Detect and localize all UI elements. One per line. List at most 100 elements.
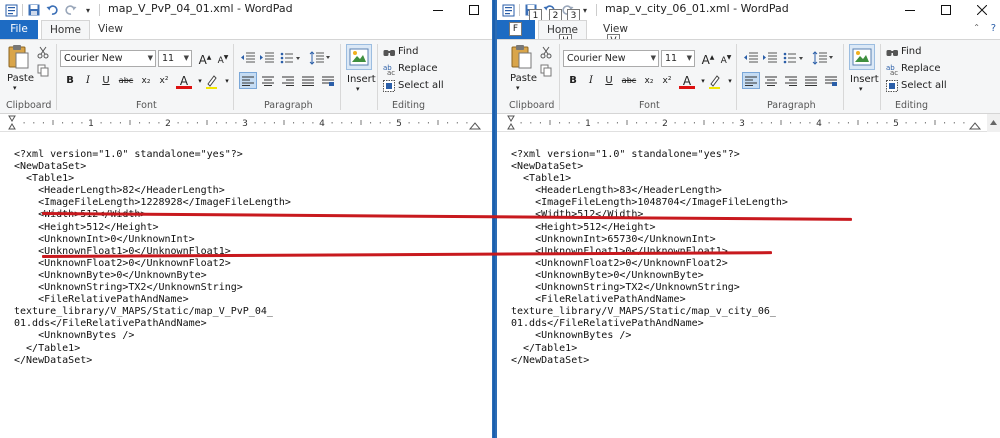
increase-indent-icon[interactable] — [259, 50, 275, 66]
superscript-button[interactable]: x² — [156, 73, 172, 89]
paste-dropdown-icon[interactable]: ▾ — [516, 84, 520, 92]
subscript-button[interactable]: x₂ — [138, 73, 154, 89]
document-line[interactable]: <?xml version="1.0" standalone="yes"?> — [511, 149, 788, 161]
scrollbar-up-icon[interactable] — [987, 114, 1000, 132]
highlight-icon[interactable] — [707, 73, 721, 89]
align-right-icon[interactable] — [279, 72, 297, 89]
align-right-icon[interactable] — [782, 72, 800, 89]
insert-button[interactable]: Insert — [850, 74, 879, 85]
paste-icon[interactable] — [6, 44, 30, 70]
replace-icon[interactable]: ab ac — [885, 62, 899, 76]
select-all-icon[interactable] — [885, 79, 899, 93]
document-line[interactable]: </Table1> — [511, 343, 788, 355]
right-indent-marker-icon[interactable] — [468, 122, 482, 130]
grow-font-button[interactable]: A▲ — [197, 50, 213, 67]
document-line[interactable]: <UnknownString>TX2</UnknownString> — [14, 282, 291, 294]
tab-home[interactable]: Home — [41, 20, 91, 40]
document-line[interactable]: <Table1> — [511, 173, 788, 185]
insert-button[interactable]: Insert — [347, 74, 376, 85]
ribbon-collapse-icon[interactable]: ⌃ — [973, 23, 980, 32]
subscript-button[interactable]: x₂ — [641, 73, 657, 89]
shrink-font-button[interactable]: A▼ — [718, 50, 734, 66]
maximize-button[interactable] — [456, 0, 492, 20]
document-line[interactable]: <ImageFileLength>1228928</ImageFileLengt… — [14, 197, 291, 209]
insert-picture-icon[interactable] — [849, 44, 875, 70]
right-indent-marker-icon[interactable] — [968, 122, 982, 130]
customize-qat-icon[interactable]: ▾ — [81, 3, 95, 17]
document-line[interactable]: </Table1> — [14, 343, 291, 355]
align-center-icon[interactable] — [259, 72, 277, 89]
align-left-icon[interactable] — [239, 72, 257, 89]
document-line[interactable]: <UnknownBytes /> — [511, 330, 788, 342]
bold-button[interactable]: B — [565, 73, 581, 89]
chevron-down-icon[interactable]: ▾ — [356, 85, 360, 93]
chevron-down-icon[interactable]: ▾ — [859, 85, 863, 93]
underline-button[interactable]: U — [601, 73, 617, 89]
document-text[interactable]: <?xml version="1.0" standalone="yes"?> <N… — [511, 149, 788, 367]
align-left-icon[interactable] — [742, 72, 760, 89]
document-line[interactable]: </NewDataSet> — [511, 355, 788, 367]
document-line[interactable]: <UnknownString>TX2</UnknownString> — [511, 282, 788, 294]
paste-button[interactable]: Paste — [510, 73, 537, 84]
strikethrough-button[interactable]: abc — [619, 73, 639, 89]
replace-button[interactable]: Replace — [398, 63, 438, 74]
document-line[interactable]: texture_library/V_MAPS/Static/map_v_city… — [511, 306, 788, 318]
document-line[interactable]: <UnknownInt>65730</UnknownInt> — [511, 234, 788, 246]
document-line[interactable]: 01.dds</FileRelativePathAndName> — [511, 318, 788, 330]
paragraph-dialog-icon[interactable] — [822, 72, 840, 89]
bullets-icon[interactable] — [279, 50, 303, 66]
document-line[interactable]: <Height>512</Height> — [511, 222, 788, 234]
document-line[interactable]: 01.dds</FileRelativePathAndName> — [14, 318, 291, 330]
document-line[interactable]: <FileRelativePathAndName> — [14, 294, 291, 306]
document-line[interactable]: <NewDataSet> — [14, 161, 291, 173]
cut-icon[interactable] — [36, 45, 50, 59]
ruler[interactable]: 1 2 3 4 5 — [497, 114, 1000, 132]
increase-indent-icon[interactable] — [762, 50, 778, 66]
italic-button[interactable]: I — [80, 73, 96, 89]
font-color-button[interactable]: A — [176, 73, 192, 89]
grow-font-button[interactable]: A▲ — [700, 50, 716, 67]
strikethrough-button[interactable]: abc — [116, 73, 136, 89]
redo-icon[interactable] — [63, 3, 77, 17]
font-family-select[interactable]: Courier New ▼ — [60, 50, 156, 67]
find-button[interactable]: Find — [398, 46, 419, 57]
underline-button[interactable]: U — [98, 73, 114, 89]
tab-view[interactable]: View — [90, 20, 131, 39]
highlight-icon[interactable] — [204, 73, 218, 89]
paste-button[interactable]: Paste — [7, 73, 34, 84]
bullets-icon[interactable] — [782, 50, 806, 66]
replace-icon[interactable]: ab ac — [382, 62, 396, 76]
indent-marker-icon[interactable] — [8, 115, 16, 130]
document-line[interactable]: <HeaderLength>83</HeaderLength> — [511, 185, 788, 197]
cut-icon[interactable] — [539, 45, 553, 59]
font-family-select[interactable]: Courier New ▼ — [563, 50, 659, 67]
undo-icon[interactable] — [45, 3, 59, 17]
document-line[interactable]: <UnknownByte>0</UnknownByte> — [14, 270, 291, 282]
copy-icon[interactable] — [539, 63, 553, 77]
find-button[interactable]: Find — [901, 46, 922, 57]
font-color-button[interactable]: A — [679, 73, 695, 89]
document-line[interactable]: <HeaderLength>82</HeaderLength> — [14, 185, 291, 197]
italic-button[interactable]: I — [583, 73, 599, 89]
select-all-button[interactable]: Select all — [398, 80, 444, 91]
shrink-font-button[interactable]: A▼ — [215, 50, 231, 66]
document-area[interactable]: <?xml version="1.0" standalone="yes"?> <N… — [497, 132, 1000, 438]
save-icon[interactable] — [27, 3, 41, 17]
document-line[interactable]: <UnknownByte>0</UnknownByte> — [511, 270, 788, 282]
decrease-indent-icon[interactable] — [743, 50, 759, 66]
bold-button[interactable]: B — [62, 73, 78, 89]
paste-dropdown-icon[interactable]: ▾ — [13, 84, 17, 92]
tab-file[interactable]: File — [0, 20, 38, 39]
document-area[interactable]: <?xml version="1.0" standalone="yes"?> <N… — [0, 132, 492, 438]
maximize-button[interactable] — [928, 0, 964, 20]
document-line[interactable]: <UnknownFloat2>0</UnknownFloat2> — [511, 258, 788, 270]
font-size-select[interactable]: 11 ▼ — [158, 50, 192, 67]
document-line[interactable]: <ImageFileLength>1048704</ImageFileLengt… — [511, 197, 788, 209]
document-line[interactable]: <?xml version="1.0" standalone="yes"?> — [14, 149, 291, 161]
copy-icon[interactable] — [36, 63, 50, 77]
justify-icon[interactable] — [299, 72, 317, 89]
superscript-button[interactable]: x² — [659, 73, 675, 89]
document-line[interactable]: <UnknownFloat2>0</UnknownFloat2> — [14, 258, 291, 270]
document-line[interactable]: <UnknownInt>0</UnknownInt> — [14, 234, 291, 246]
document-line[interactable]: <NewDataSet> — [511, 161, 788, 173]
